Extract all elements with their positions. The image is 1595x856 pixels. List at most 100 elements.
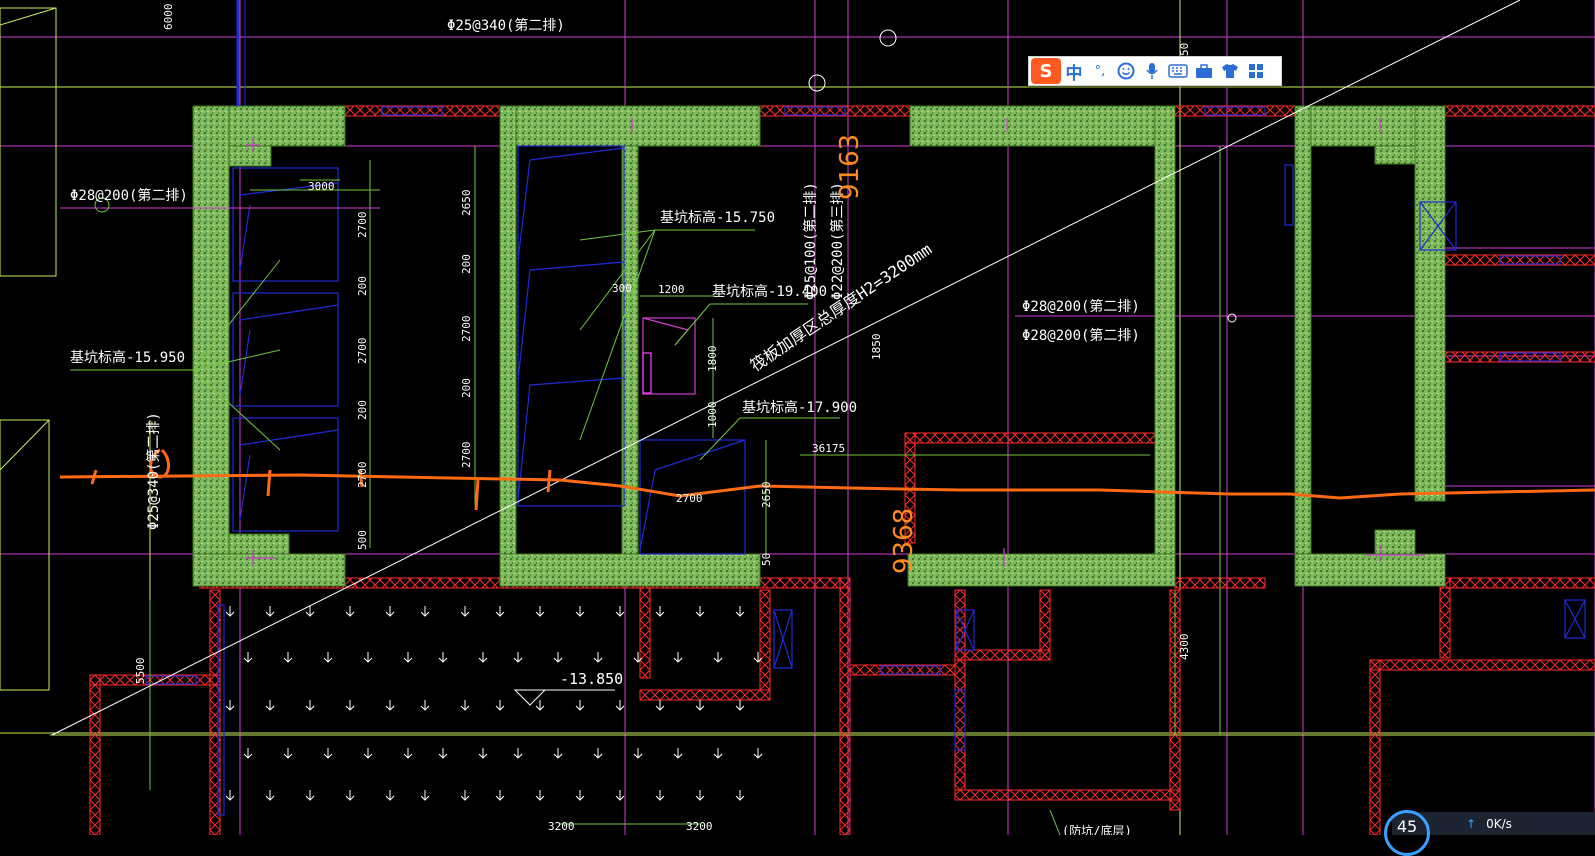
rebar-label-right-1: Φ28@200(第二排) bbox=[1022, 298, 1140, 315]
soil-arrow bbox=[535, 790, 545, 801]
dim-200a: 200 bbox=[356, 276, 369, 296]
soil-arrow bbox=[420, 790, 430, 801]
rebar-label-vertical-left: Φ25@340(第二排) bbox=[145, 412, 162, 530]
soil-arrow bbox=[438, 652, 448, 663]
upload-arrow-icon: ↑ bbox=[1466, 816, 1477, 831]
ground-elevation-label: -13.850 bbox=[560, 670, 623, 688]
soil-arrow bbox=[385, 790, 395, 801]
dim-6000: 6000 bbox=[162, 4, 175, 31]
ground-elevation: -13.850 bbox=[513, 670, 623, 706]
toolbox-icon[interactable] bbox=[1191, 58, 1217, 84]
apps-icon[interactable] bbox=[1243, 58, 1269, 84]
network-speed-widget[interactable]: 45 ↑ 0K/s bbox=[1384, 809, 1595, 856]
dim-2700b: 2700 bbox=[356, 338, 369, 365]
keyboard-icon[interactable] bbox=[1165, 58, 1191, 84]
soil-arrow bbox=[345, 700, 355, 711]
soil-arrow bbox=[420, 700, 430, 711]
dim-2650b: 2650 bbox=[760, 482, 773, 509]
ime-mode-toggle[interactable]: 中 bbox=[1061, 58, 1087, 84]
soil-arrow bbox=[713, 652, 723, 663]
soil-arrow bbox=[283, 748, 293, 759]
soil-arrow bbox=[673, 652, 683, 663]
soil-arrow bbox=[243, 748, 253, 759]
dim-1800: 1800 bbox=[706, 346, 719, 373]
dim-500: 500 bbox=[356, 530, 369, 550]
dim-2700d: 2700 bbox=[460, 316, 473, 343]
soil-arrow bbox=[478, 748, 488, 759]
big-dim-9368: 9368 bbox=[889, 508, 919, 574]
soil-arrow bbox=[438, 748, 448, 759]
microphone-icon[interactable] bbox=[1139, 58, 1165, 84]
dim-1000: 1000 bbox=[706, 402, 719, 429]
soil-arrow bbox=[495, 700, 505, 711]
dim-2700g: 2700 bbox=[676, 492, 703, 505]
soil-arrow bbox=[283, 652, 293, 663]
soil-arrow bbox=[265, 606, 275, 617]
soil-arrow bbox=[535, 700, 545, 711]
soil-arrow bbox=[385, 700, 395, 711]
section-polyline bbox=[59, 448, 1595, 511]
dim-2650a: 2650 bbox=[460, 190, 473, 217]
soil-arrow bbox=[655, 700, 665, 711]
soil-arrow bbox=[655, 606, 665, 617]
emoji-icon[interactable] bbox=[1113, 58, 1139, 84]
soil-arrow bbox=[593, 748, 603, 759]
soil-arrow bbox=[265, 790, 275, 801]
dim-3200a: 3200 bbox=[548, 820, 575, 833]
dim-2700c: 2700 bbox=[356, 462, 369, 489]
soil-arrow bbox=[513, 652, 523, 663]
concrete-walls bbox=[192, 105, 1446, 587]
soil-arrow bbox=[513, 748, 523, 759]
ime-toolbar[interactable]: S 中 °, bbox=[1028, 56, 1282, 86]
soil-arrow bbox=[363, 652, 373, 663]
soil-arrow bbox=[575, 606, 585, 617]
soil-arrow bbox=[305, 790, 315, 801]
soil-arrow bbox=[553, 748, 563, 759]
soil-arrow bbox=[615, 606, 625, 617]
dim-5500: 5500 bbox=[134, 658, 147, 685]
soil-arrow bbox=[363, 748, 373, 759]
dim-200d: 200 bbox=[460, 378, 473, 398]
soil-arrow bbox=[323, 748, 333, 759]
ime-logo-icon[interactable]: S bbox=[1031, 58, 1061, 84]
soil-arrow bbox=[673, 748, 683, 759]
cad-canvas[interactable]: 3000 300 1200 36175 2700 3200 3200 6000 … bbox=[0, 0, 1595, 835]
soil-arrow bbox=[695, 790, 705, 801]
soil-arrow bbox=[593, 652, 603, 663]
soil-arrow bbox=[478, 652, 488, 663]
network-rate-value: 0K/s bbox=[1486, 816, 1512, 831]
soil-arrow bbox=[265, 700, 275, 711]
soil-arrow bbox=[535, 606, 545, 617]
dim-50a: 50 bbox=[760, 553, 773, 566]
soil-arrow bbox=[735, 700, 745, 711]
soil-arrow bbox=[385, 606, 395, 617]
elevation-label-2: 基坑标高-19.400 bbox=[712, 283, 827, 300]
dim-4300: 4300 bbox=[1178, 634, 1191, 661]
dim-300: 300 bbox=[612, 282, 632, 295]
soil-arrow bbox=[345, 606, 355, 617]
soil-arrow bbox=[403, 748, 413, 759]
soil-arrow bbox=[305, 700, 315, 711]
elevation-label-4: 基坑标高-15.950 bbox=[70, 349, 185, 366]
soil-arrow bbox=[553, 652, 563, 663]
soil-arrow bbox=[225, 606, 235, 617]
dim-200b: 200 bbox=[356, 400, 369, 420]
ime-punct-toggle[interactable]: °, bbox=[1087, 58, 1113, 84]
rebar-label-right-2: Φ28@200(第二排) bbox=[1022, 327, 1140, 344]
soil-arrow bbox=[460, 606, 470, 617]
soil-arrow bbox=[713, 748, 723, 759]
rebar-label-left: Φ28@200(第二排) bbox=[70, 187, 188, 204]
dim-2700a: 2700 bbox=[356, 212, 369, 239]
soil-arrow bbox=[420, 606, 430, 617]
elevation-label-3: 基坑标高-17.900 bbox=[742, 399, 857, 416]
soil-arrow bbox=[495, 606, 505, 617]
soil-arrow bbox=[225, 700, 235, 711]
soil-arrow bbox=[495, 790, 505, 801]
soil-arrow bbox=[735, 606, 745, 617]
soil-arrow bbox=[615, 700, 625, 711]
dim-1850: 1850 bbox=[870, 334, 883, 361]
dim-1200: 1200 bbox=[658, 283, 685, 296]
soil-arrow bbox=[323, 652, 333, 663]
network-gauge: 45 bbox=[1384, 809, 1430, 856]
skin-icon[interactable] bbox=[1217, 58, 1243, 84]
